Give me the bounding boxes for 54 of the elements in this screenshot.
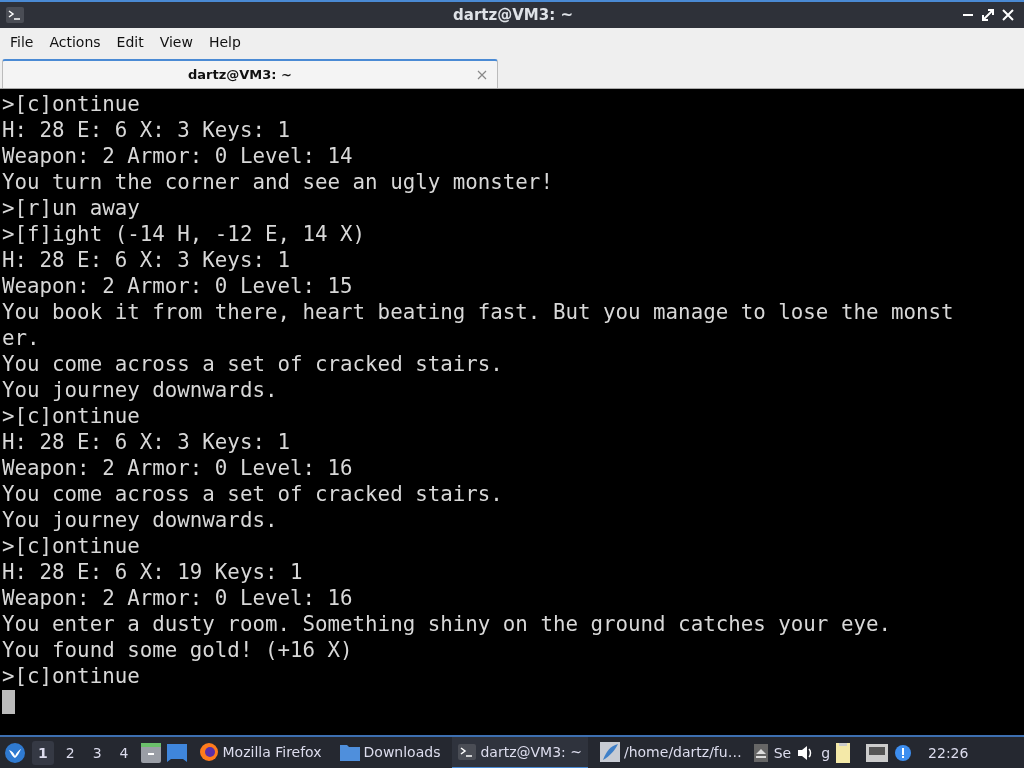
cursor: [2, 690, 15, 714]
terminal-line: H: 28 E: 6 X: 3 Keys: 1: [2, 247, 291, 273]
task-button[interactable]: Downloads: [333, 736, 447, 768]
terminal-line: You come across a set of cracked stairs.: [2, 351, 504, 377]
terminal-line: Weapon: 2 Armor: 0 Level: 16: [2, 585, 354, 611]
terminal-line: Weapon: 2 Armor: 0 Level: 15: [2, 273, 354, 299]
menu-item[interactable]: Edit: [108, 34, 152, 50]
tray-label[interactable]: Se: [773, 744, 792, 761]
terminal-line: H: 28 E: 6 X: 3 Keys: 1: [2, 429, 291, 455]
task-button[interactable]: /home/dartz/fu…: [593, 736, 748, 768]
menu-item[interactable]: File: [2, 34, 42, 50]
terminal-line: >[c]ontinue: [2, 403, 141, 429]
terminal-line: >[c]ontinue: [2, 91, 141, 117]
task-button[interactable]: dartz@VM3: ~: [452, 736, 588, 768]
terminal-icon: [6, 7, 24, 23]
terminal-line: H: 28 E: 6 X: 3 Keys: 1: [2, 117, 291, 143]
terminal-line: You enter a dusty room. Something shiny on the ground catches your eye.: [2, 611, 892, 637]
terminal-line: >[c]ontinue: [2, 663, 141, 689]
terminal-line: >[r]un away: [2, 195, 141, 221]
terminal-line: You journey downwards.: [2, 507, 279, 533]
terminal-icon: [458, 743, 477, 760]
window-title: dartz@VM3: ~: [452, 6, 574, 24]
terminal-line: You found some gold! (+16 X): [2, 637, 354, 663]
terminal-line: er.: [2, 325, 41, 351]
terminal-line: You journey downwards.: [2, 377, 279, 403]
terminal-line: Weapon: 2 Armor: 0 Level: 14: [2, 143, 354, 169]
feather-icon: [599, 741, 620, 762]
notification-icon[interactable]: [894, 743, 913, 762]
maximize-icon[interactable]: [982, 9, 994, 21]
tray-label[interactable]: g: [821, 744, 831, 761]
clock: 22:26: [928, 744, 970, 761]
terminal-line: You turn the corner and see an ugly monster!: [2, 169, 554, 195]
terminal-line: >[f]ight (-14 H, -12 E, 14 X): [2, 221, 367, 247]
menu-item[interactable]: Actions: [41, 34, 109, 50]
terminal-line: You book it from there, heart beating fast. But you manage to lose the monst: [2, 299, 955, 325]
terminal-line: Weapon: 2 Armor: 0 Level: 16: [2, 455, 354, 481]
eject-icon[interactable]: [753, 743, 768, 762]
terminal-line: You come across a set of cracked stairs.: [2, 481, 504, 507]
workspace-button[interactable]: 4: [113, 740, 135, 765]
folder-icon: [339, 742, 360, 761]
task-button[interactable]: Mozilla Firefox: [192, 736, 328, 768]
workspace-button[interactable]: 2: [59, 740, 81, 765]
menu-item[interactable]: View: [151, 34, 201, 50]
terminal-tab[interactable]: dartz@VM3: ~: [2, 59, 498, 88]
firefox-icon: [198, 741, 219, 762]
menu-item[interactable]: Help: [200, 34, 249, 50]
terminal-line: H: 28 E: 6 X: 19 Keys: 1: [2, 559, 304, 585]
desktop-icon[interactable]: [166, 743, 187, 762]
workspace-button[interactable]: 3: [86, 740, 108, 765]
network-icon[interactable]: [866, 743, 889, 762]
workspace-button[interactable]: 1: [32, 740, 54, 765]
terminal-line: >[c]ontinue: [2, 533, 141, 559]
file-cabinet-icon[interactable]: [140, 742, 161, 763]
clipboard-icon[interactable]: [836, 742, 851, 763]
